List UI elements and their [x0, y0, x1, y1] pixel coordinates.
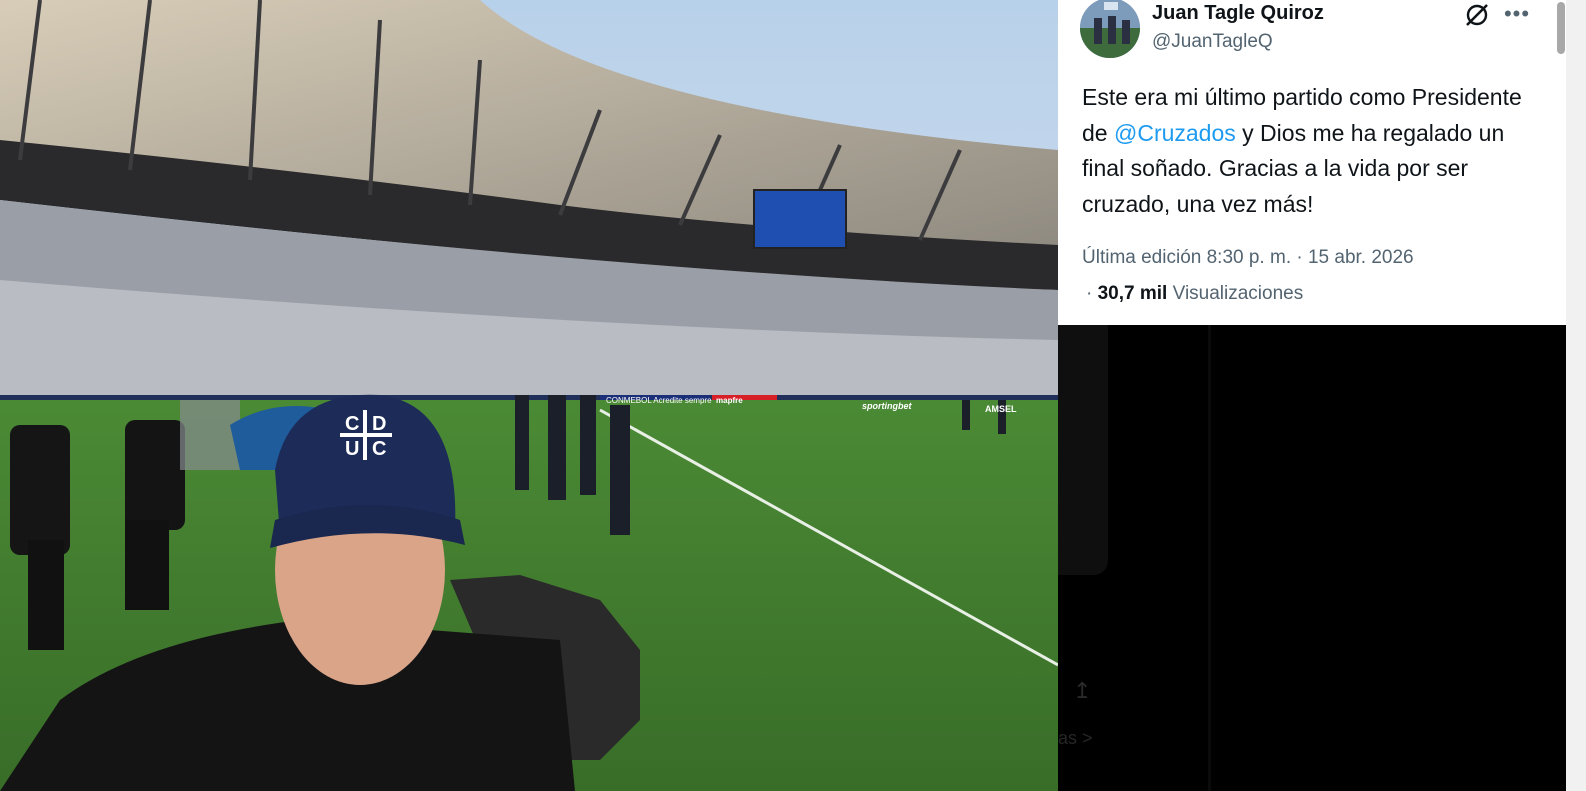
scrollbar[interactable]: [1566, 0, 1586, 791]
edited-timestamp[interactable]: Última edición 8:30 p. m. · 15 abr. 2026: [1082, 247, 1414, 269]
tweet-photo[interactable]: C D U C CONMEBOL Acredite sempre mapfre …: [0, 0, 1058, 791]
svg-text:CONMEBOL Acredite sempre: CONMEBOL Acredite sempre: [606, 396, 712, 405]
views-separator: ·: [1086, 283, 1093, 304]
svg-text:mapfre: mapfre: [716, 396, 743, 405]
views-label: Visualizaciones: [1172, 283, 1304, 304]
svg-text:U: U: [345, 438, 359, 460]
background-divider: [1208, 325, 1211, 791]
svg-text:C: C: [345, 413, 359, 435]
author-name[interactable]: Juan Tagle Quiroz: [1152, 2, 1324, 25]
more-icon[interactable]: •••: [1502, 0, 1532, 28]
views-count[interactable]: · 30,7 mil Visualizaciones: [1086, 283, 1303, 305]
svg-text:sportingbet: sportingbet: [862, 401, 912, 411]
views-number: 30,7 mil: [1097, 283, 1168, 304]
grok-icon[interactable]: [1464, 2, 1490, 28]
cap-logo: C D U C: [340, 410, 392, 460]
mention-link[interactable]: @Cruzados: [1114, 120, 1236, 146]
author-handle[interactable]: @JuanTagleQ: [1152, 31, 1273, 53]
stadium-selfie-image: C D U C CONMEBOL Acredite sempre mapfre …: [0, 0, 1058, 791]
tweet-card: Juan Tagle Quiroz @JuanTagleQ ••• Este e…: [1058, 0, 1566, 325]
tweet-text: Este era mi último partido como Presiden…: [1082, 80, 1542, 222]
svg-text:C: C: [372, 438, 386, 460]
svg-text:AMSEL: AMSEL: [985, 404, 1017, 414]
scrollbar-thumb[interactable]: [1557, 2, 1565, 54]
avatar[interactable]: [1080, 0, 1140, 58]
background-faded-text: as >: [1058, 728, 1093, 748]
svg-text:D: D: [372, 413, 386, 435]
share-icon: ↥: [1073, 678, 1092, 703]
background-panel: [1058, 325, 1108, 575]
